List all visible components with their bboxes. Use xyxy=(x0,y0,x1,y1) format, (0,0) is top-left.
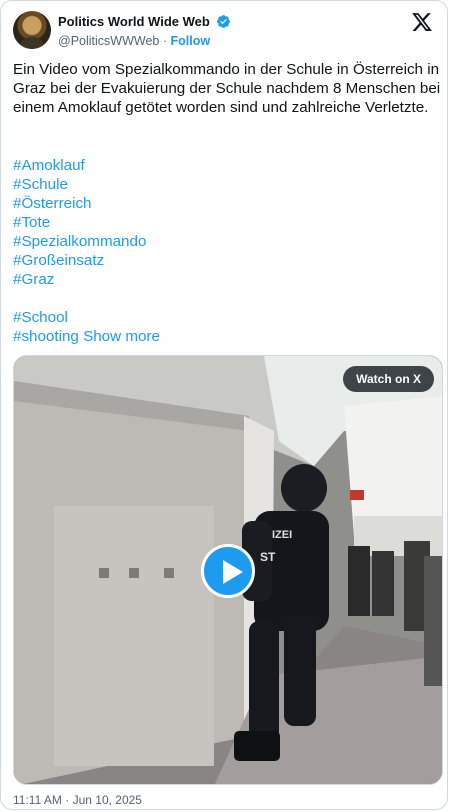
hashtag-link[interactable]: #Graz xyxy=(13,270,433,289)
x-logo-icon[interactable] xyxy=(411,11,433,33)
show-more-link[interactable]: Show more xyxy=(83,328,160,345)
watch-on-x-button[interactable]: Watch on X xyxy=(343,366,434,392)
hashtag-link[interactable]: #Amoklauf xyxy=(13,156,433,175)
handle-row: @PoliticsWWWeb · Follow xyxy=(58,34,231,48)
tweet-timestamp[interactable]: 11:11 AM · Jun 10, 2025 xyxy=(13,793,142,807)
last-hashtag-line: #shooting Show more xyxy=(13,327,433,346)
follow-button[interactable]: Follow xyxy=(171,34,211,48)
author-handle[interactable]: @PoliticsWWWeb xyxy=(58,34,159,48)
separator-dot: · xyxy=(162,34,168,48)
author-display-name[interactable]: Politics World Wide Web xyxy=(58,14,210,29)
play-icon[interactable] xyxy=(201,544,255,598)
hashtag-link[interactable]: #Spezialkommando xyxy=(13,232,433,251)
hashtag-link[interactable]: #Österreich xyxy=(13,194,433,213)
video-player[interactable]: IZEI ST Watch on X xyxy=(13,355,443,785)
tweet-card: Politics World Wide Web @PoliticsWWWeb ·… xyxy=(0,0,448,810)
tweet-header: Politics World Wide Web @PoliticsWWWeb ·… xyxy=(13,11,437,51)
hashtag-link[interactable]: #School xyxy=(13,308,433,327)
vest-text: IZEI xyxy=(272,529,292,541)
author-info: Politics World Wide Web @PoliticsWWWeb ·… xyxy=(58,13,231,48)
verified-badge-icon xyxy=(217,15,231,29)
hashtag-link[interactable]: #Schule xyxy=(13,175,433,194)
avatar[interactable] xyxy=(13,11,51,49)
hashtag-list: #Amoklauf #Schule #Österreich #Tote #Spe… xyxy=(13,156,433,346)
hashtag-link[interactable]: #Tote xyxy=(13,213,433,232)
vest-text-2: ST xyxy=(260,550,276,564)
hashtag-link[interactable]: #shooting xyxy=(13,328,79,345)
hashtag-link[interactable]: #Großeinsatz xyxy=(13,251,433,270)
tweet-body-text: Ein Video vom Spezialkommando in der Sch… xyxy=(13,61,441,116)
